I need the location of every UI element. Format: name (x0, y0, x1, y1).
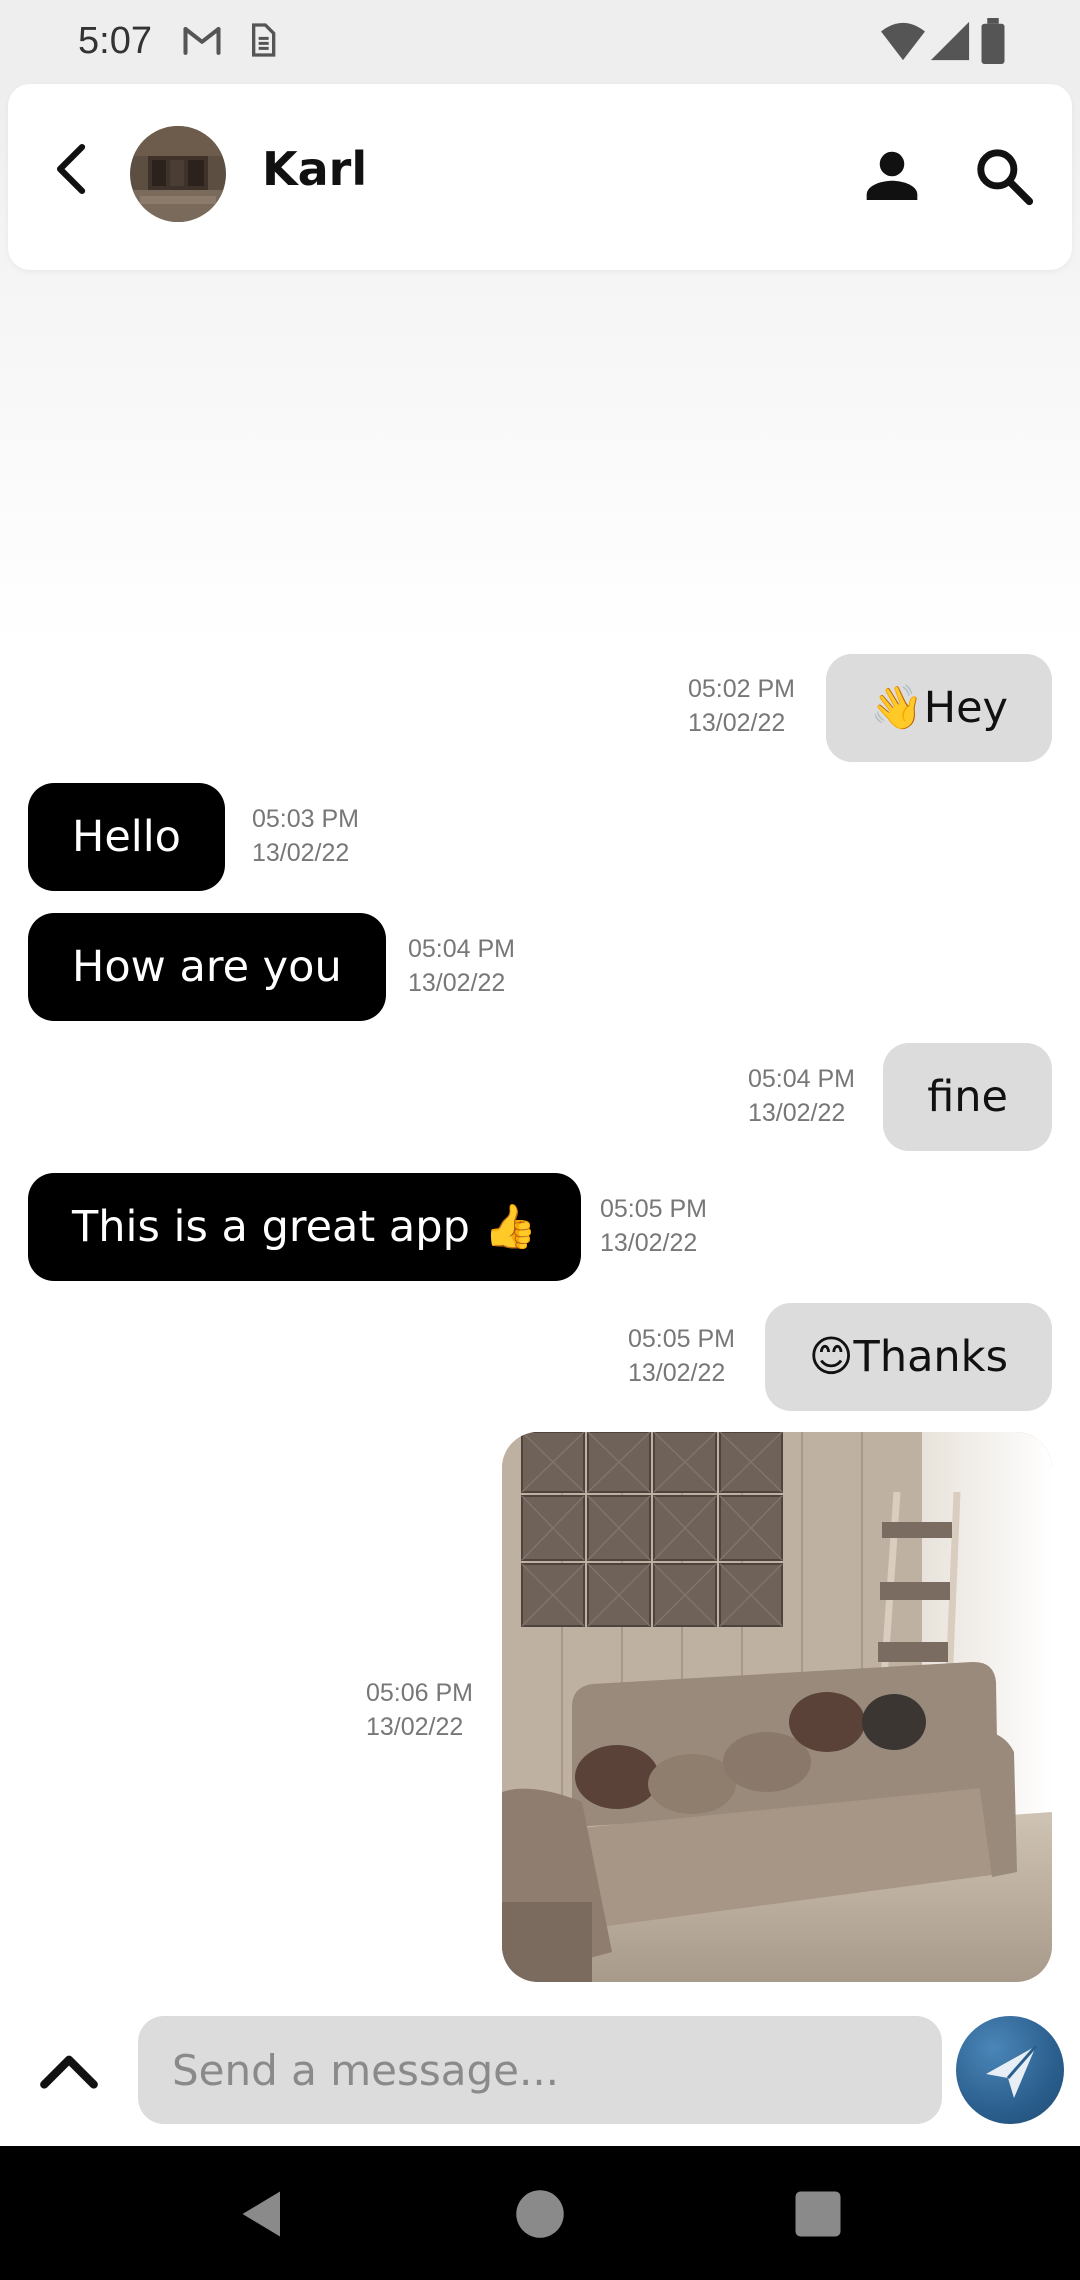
message-timestamp: 05:04 PM 13/02/22 (408, 932, 515, 1000)
gmail-icon (183, 26, 221, 55)
message-date: 13/02/22 (366, 1713, 464, 1741)
message-timestamp: 05:04 PM 13/02/22 (748, 1062, 855, 1130)
incoming-message-bubble[interactable]: How are you (28, 913, 386, 1021)
message-time: 05:05 PM (628, 1325, 736, 1353)
living-room-sofa-photo (502, 1432, 1052, 1982)
nav-home-icon[interactable] (510, 2184, 570, 2244)
outgoing-message-bubble[interactable]: fine (883, 1043, 1052, 1151)
message-composer (0, 1994, 1080, 2146)
message-timestamp: 05:02 PM 13/02/22 (688, 672, 795, 740)
contact-avatar[interactable] (130, 126, 226, 222)
wifi-icon (881, 22, 925, 61)
image-message[interactable] (502, 1432, 1052, 1982)
message-timestamp: 05:05 PM 13/02/22 (600, 1192, 707, 1260)
back-arrow-icon[interactable] (42, 138, 104, 200)
status-time: 5:07 (78, 20, 152, 62)
chevron-up-icon[interactable] (36, 2040, 102, 2096)
person-icon[interactable] (860, 144, 924, 208)
message-date: 13/02/22 (600, 1229, 698, 1257)
contact-name[interactable]: Karl (262, 142, 367, 196)
outgoing-message-bubble[interactable]: 😊Thanks (764, 1303, 1052, 1411)
send-button[interactable] (956, 2016, 1064, 2124)
kitchen-photo (130, 126, 226, 222)
nav-recents-icon[interactable] (788, 2184, 848, 2244)
message-time: 05:04 PM (408, 935, 516, 963)
battery-icon (981, 18, 1005, 64)
outgoing-message-bubble[interactable]: 👋Hey (826, 654, 1052, 762)
message-time: 05:05 PM (600, 1195, 708, 1223)
message-time: 05:04 PM (748, 1065, 856, 1093)
message-timestamp: 05:06 PM 13/02/22 (366, 1676, 473, 1744)
message-time: 05:03 PM (252, 805, 360, 833)
message-input[interactable] (138, 2016, 942, 2124)
incoming-message-bubble[interactable]: Hello (28, 783, 225, 891)
chat-screen: 5:07 Karl 👋Hey 05:02 PM 13/02/22 Hello 0… (0, 0, 1080, 2280)
message-date: 13/02/22 (628, 1359, 726, 1387)
message-time: 05:02 PM (688, 675, 796, 703)
search-icon[interactable] (972, 144, 1036, 208)
send-icon (986, 2045, 1038, 2098)
message-date: 13/02/22 (748, 1099, 846, 1127)
message-date: 13/02/22 (252, 839, 350, 867)
status-bar: 5:07 (0, 0, 1080, 84)
message-date: 13/02/22 (408, 969, 506, 997)
message-timestamp: 05:03 PM 13/02/22 (252, 802, 359, 870)
signal-icon (930, 21, 970, 61)
chat-header: Karl (8, 84, 1072, 270)
sim-icon (252, 23, 276, 57)
incoming-message-bubble[interactable]: This is a great app 👍 (28, 1173, 582, 1281)
message-timestamp: 05:05 PM 13/02/22 (628, 1322, 735, 1390)
system-nav-bar (0, 2146, 1080, 2280)
message-time: 05:06 PM (366, 1679, 474, 1707)
message-date: 13/02/22 (688, 709, 786, 737)
nav-back-icon[interactable] (230, 2184, 290, 2244)
